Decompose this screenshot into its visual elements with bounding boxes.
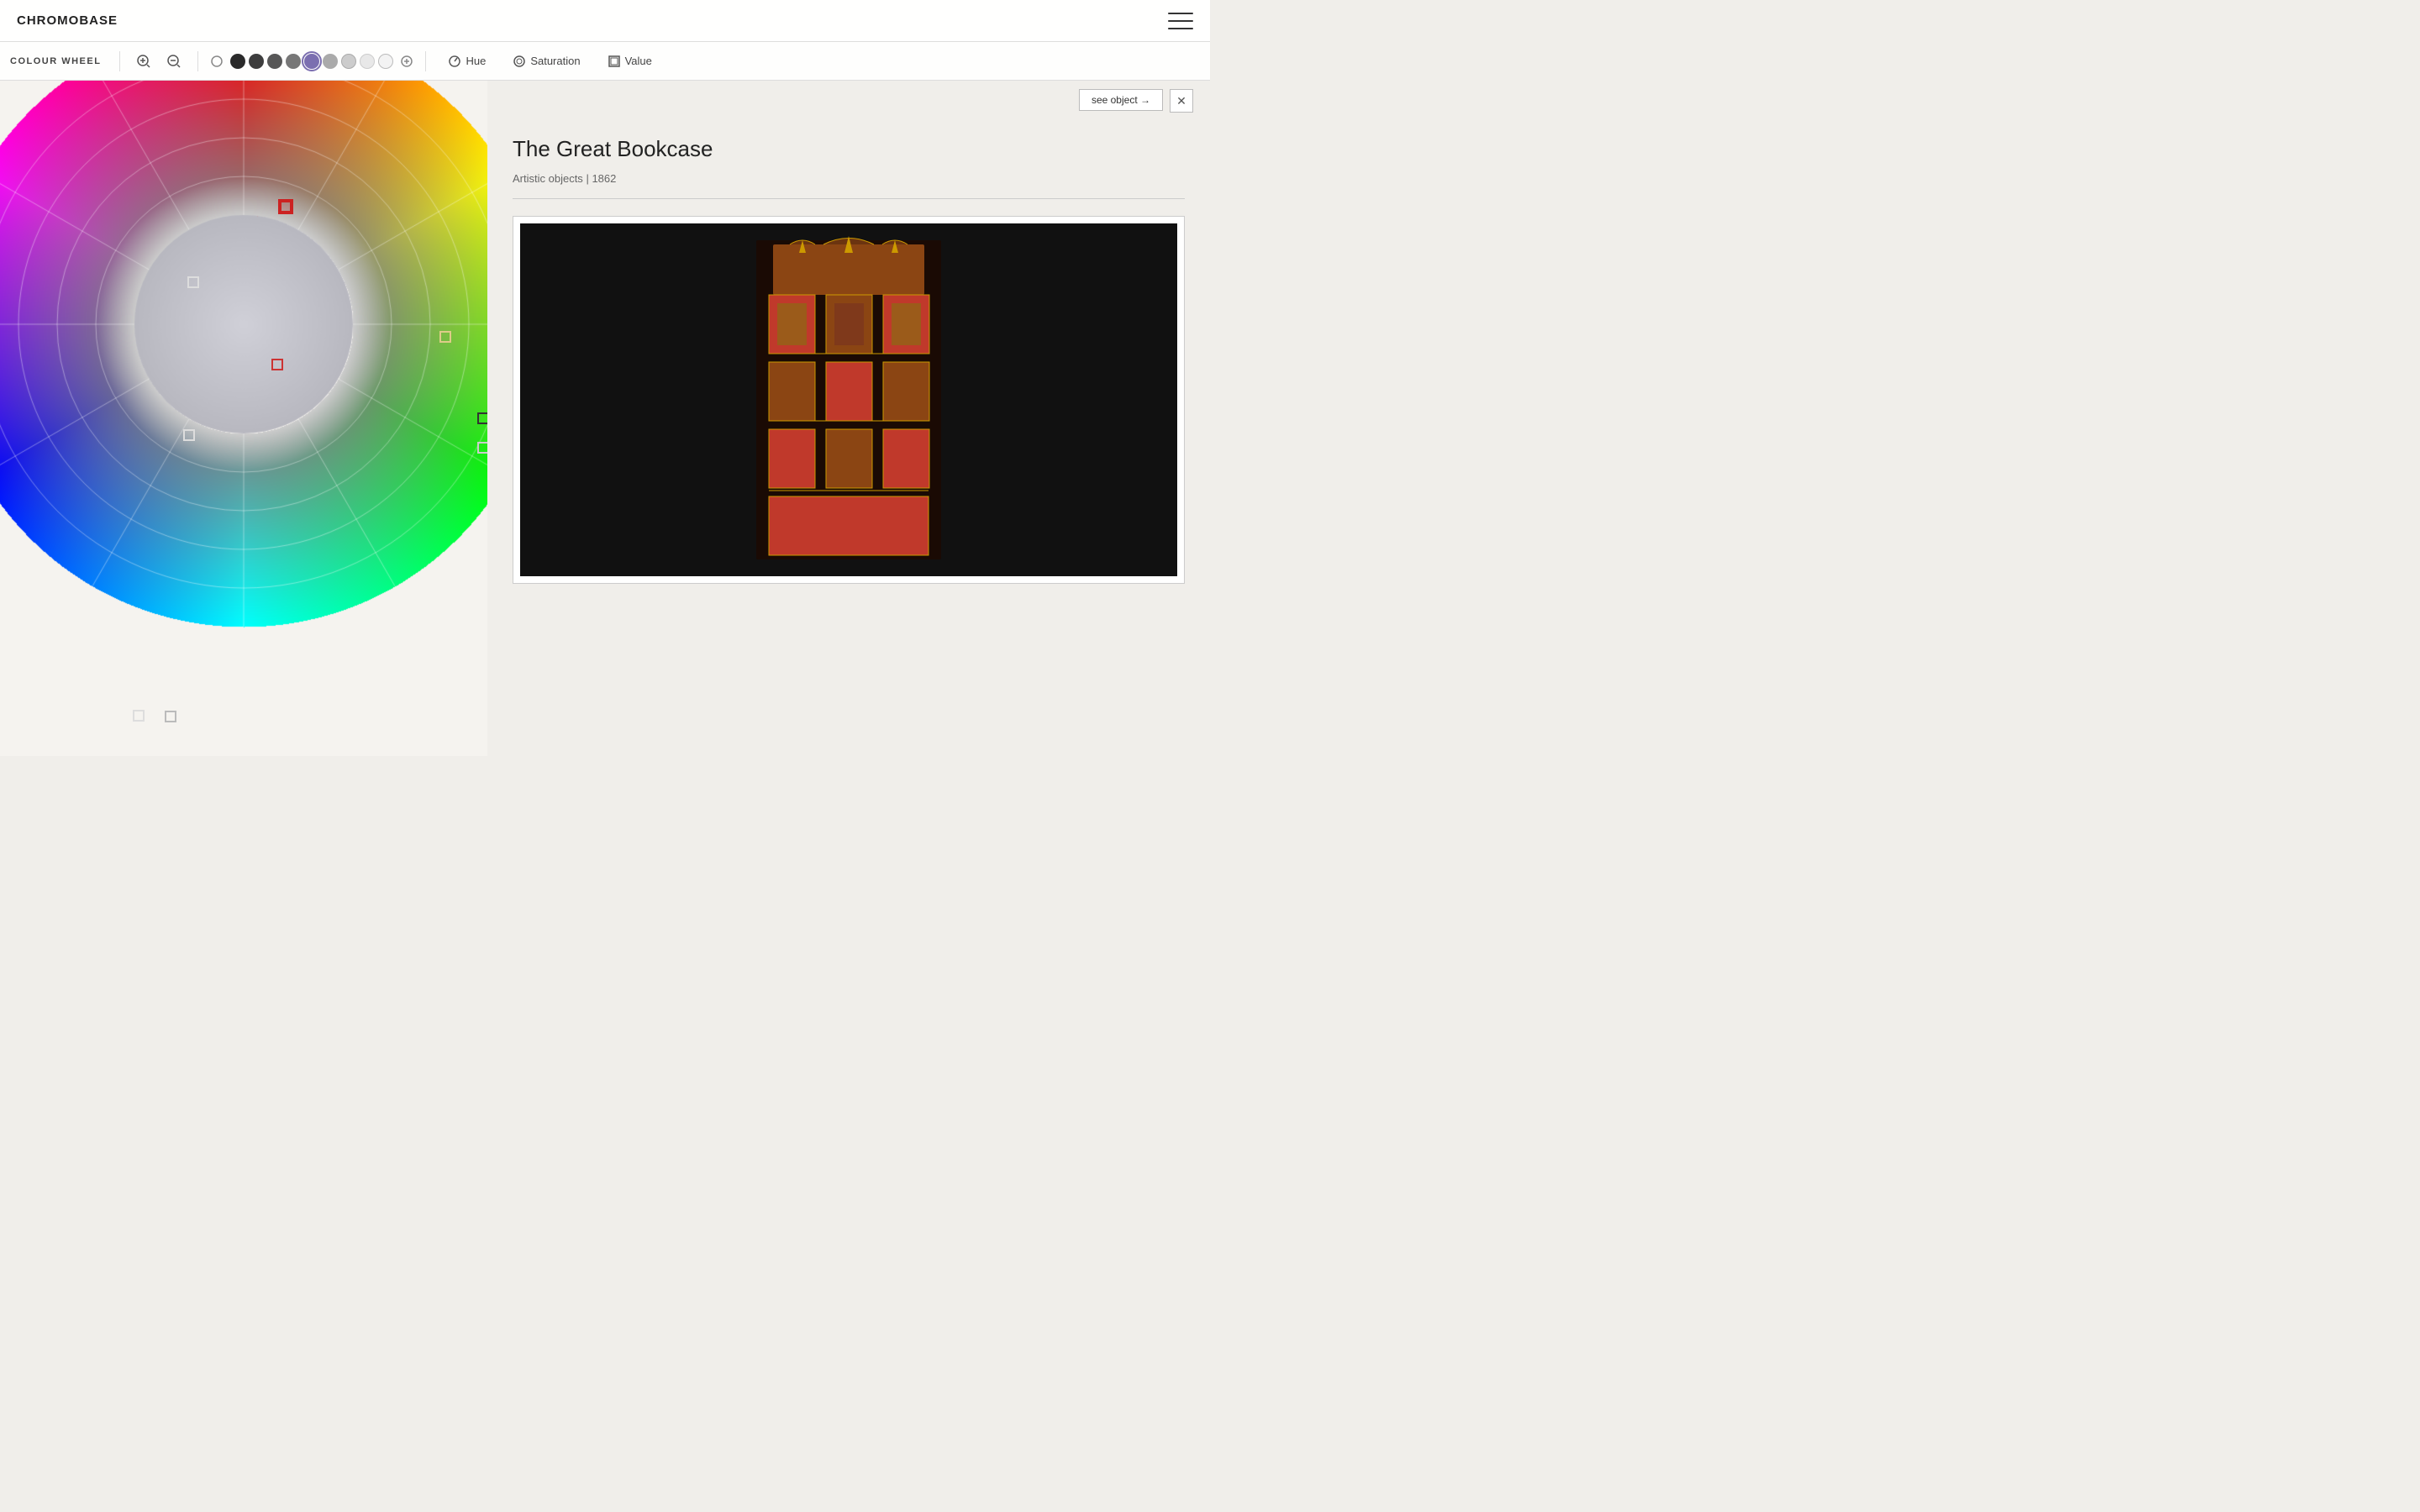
object-image-container — [513, 216, 1185, 584]
toolbar-label: COLOUR WHEEL — [10, 56, 101, 66]
object-year: 1862 — [592, 172, 616, 185]
dot-8[interactable] — [360, 54, 375, 69]
filter-hue-button[interactable]: Hue — [438, 51, 496, 71]
marker-8[interactable] — [165, 711, 176, 722]
dot-4[interactable] — [286, 54, 301, 69]
app-logo: CHROMOBASE — [17, 13, 118, 28]
dot-7[interactable] — [341, 54, 356, 69]
marker-2[interactable] — [271, 359, 283, 370]
menu-button[interactable] — [1168, 13, 1193, 29]
marker-0[interactable] — [280, 201, 292, 213]
dot-6[interactable] — [323, 54, 338, 69]
dot-1[interactable] — [230, 54, 245, 69]
dot-9[interactable] — [378, 54, 393, 69]
marker-4[interactable] — [477, 412, 487, 424]
colour-wheel-panel[interactable] — [0, 81, 487, 756]
object-image — [520, 223, 1177, 576]
dot-5[interactable] — [304, 54, 319, 69]
dot-slider[interactable] — [230, 54, 393, 69]
toolbar-separator-3 — [425, 51, 426, 71]
object-meta: Artistic objects | 1862 — [513, 172, 1185, 199]
marker-6[interactable] — [183, 429, 195, 441]
range-min-icon — [210, 55, 224, 68]
filter-saturation-button[interactable]: Saturation — [502, 51, 590, 71]
close-button[interactable]: ✕ — [1170, 89, 1193, 113]
toolbar-separator-2 — [197, 51, 198, 71]
marker-1[interactable] — [187, 276, 199, 288]
range-max-icon — [400, 55, 413, 68]
see-object-button[interactable]: see object → — [1079, 89, 1163, 111]
dot-2[interactable] — [249, 54, 264, 69]
marker-3[interactable] — [439, 331, 451, 343]
marker-5[interactable] — [477, 442, 487, 454]
filter-value-button[interactable]: Value — [597, 51, 662, 71]
zoom-in-button[interactable] — [132, 50, 155, 73]
dot-3[interactable] — [267, 54, 282, 69]
zoom-out-button[interactable] — [162, 50, 186, 73]
object-category: Artistic objects — [513, 172, 583, 185]
colour-wheel-wrapper — [0, 81, 487, 756]
marker-7[interactable] — [133, 710, 145, 722]
toolbar-separator-1 — [119, 51, 120, 71]
object-title: The Great Bookcase — [513, 136, 1185, 162]
object-detail-panel: ✕ see object → The Great Bookcase Artist… — [487, 81, 1210, 756]
